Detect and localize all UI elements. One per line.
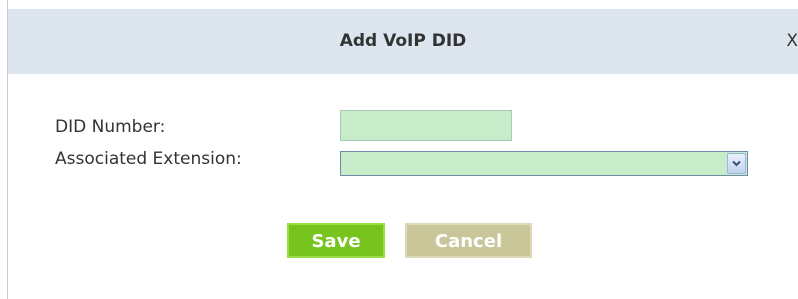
add-voip-did-dialog: Add VoIP DID X DID Number: Associated Ex…	[0, 0, 798, 299]
dropdown-button[interactable]	[727, 153, 746, 174]
close-button[interactable]: X	[786, 31, 798, 51]
associated-extension-label: Associated Extension:	[55, 149, 242, 169]
dialog-title: Add VoIP DID	[339, 31, 467, 51]
chevron-down-icon	[732, 160, 741, 167]
cancel-button[interactable]: Cancel	[405, 223, 532, 258]
did-number-label: DID Number:	[55, 117, 166, 137]
dialog-titlebar: Add VoIP DID X	[8, 9, 798, 74]
save-button[interactable]: Save	[287, 223, 385, 258]
did-number-input[interactable]	[340, 110, 512, 141]
associated-extension-select[interactable]	[340, 151, 748, 176]
